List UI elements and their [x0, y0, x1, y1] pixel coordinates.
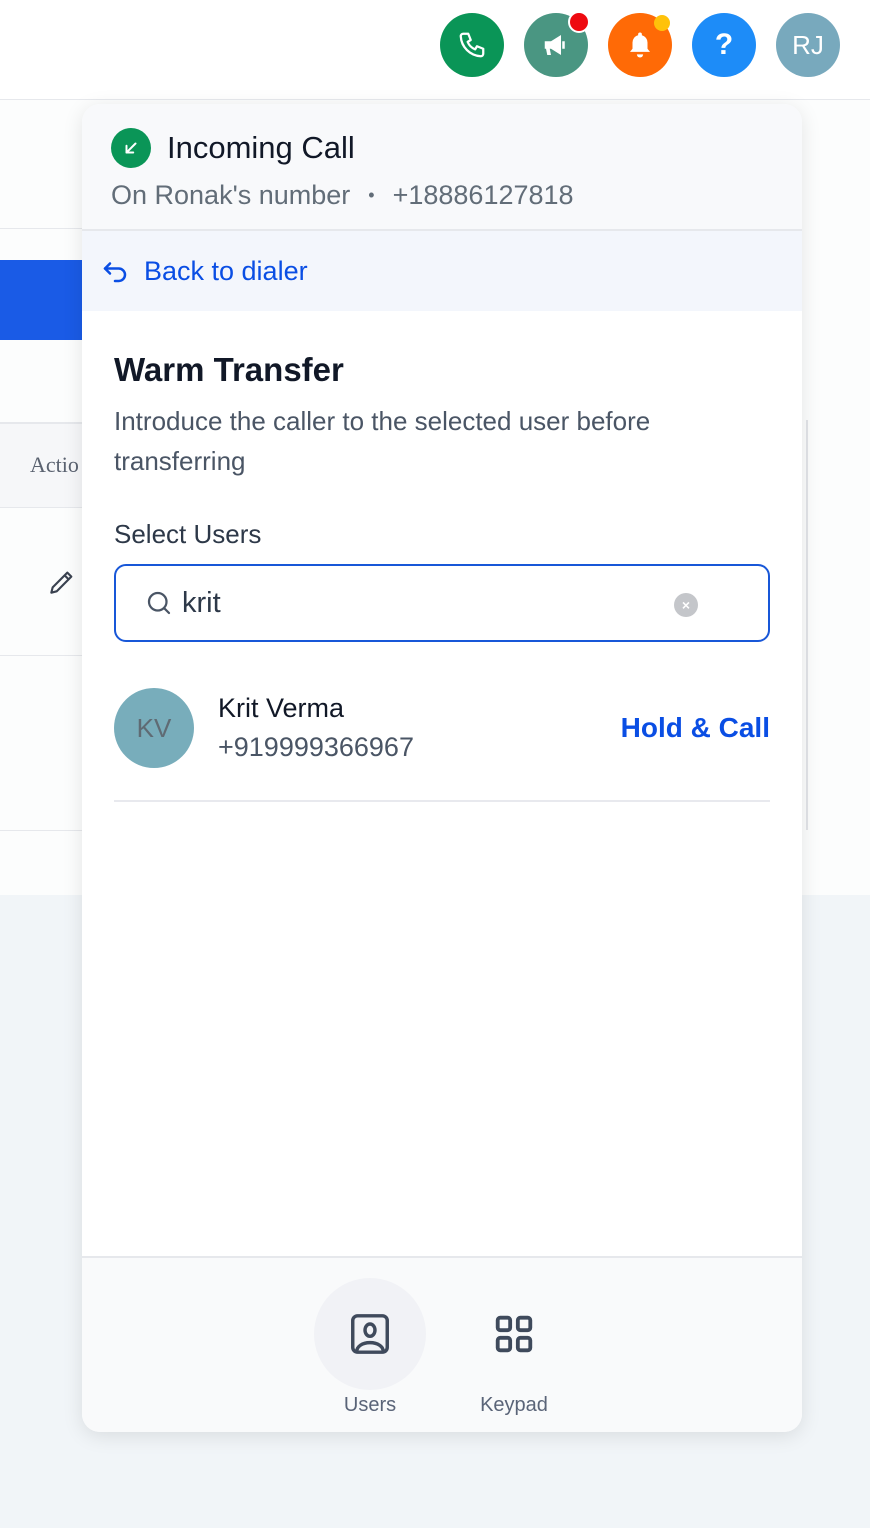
top-bar: ? RJ — [0, 0, 870, 100]
announcements-button[interactable] — [524, 11, 590, 77]
user-search-input[interactable] — [182, 586, 652, 620]
user-name: Krit Verma — [218, 693, 345, 723]
number-owner: On Ronak's number — [111, 180, 351, 210]
phone-icon — [459, 32, 485, 58]
incoming-arrow-icon — [111, 128, 151, 168]
tab-keypad-label: Keypad — [480, 1394, 548, 1416]
notification-badge — [654, 15, 670, 31]
pencil-icon[interactable] — [46, 566, 78, 603]
close-icon: × — [681, 597, 691, 613]
dialer-panel: Incoming Call On Ronak's number • +18886… — [82, 104, 802, 1432]
avatar-initials: RJ — [792, 29, 824, 60]
user-avatar: KV — [114, 688, 194, 768]
tab-keypad[interactable]: Keypad — [458, 1278, 570, 1417]
user-result-row: KV Krit Verma +919999366967 Hold & Call — [114, 688, 770, 768]
notification-badge — [568, 11, 590, 33]
user-phone: +919999366967 — [218, 732, 414, 762]
background-card-edge — [802, 420, 808, 830]
profile-avatar[interactable]: RJ — [776, 13, 840, 77]
back-to-dialer-link[interactable]: Back to dialer — [82, 231, 802, 311]
bell-icon — [630, 32, 650, 58]
keypad-grid-icon — [495, 1315, 533, 1353]
notifications-button[interactable] — [608, 13, 672, 77]
divider — [0, 655, 82, 656]
divider — [0, 228, 82, 229]
tab-users-label: Users — [343, 1394, 397, 1416]
question-icon: ? — [714, 28, 734, 61]
contact-card-icon — [351, 1314, 389, 1354]
hold-and-call-button[interactable]: Hold & Call — [621, 712, 770, 744]
user-search-field[interactable]: × — [114, 564, 770, 642]
section-description: Introduce the caller to the selected use… — [114, 406, 651, 476]
call-title: Incoming Call — [167, 130, 355, 165]
tab-users[interactable]: Users — [314, 1278, 426, 1417]
dialer-footer-tabs: Users Keypad — [82, 1256, 802, 1432]
separator-dot: • — [368, 185, 375, 205]
phone-button[interactable] — [440, 13, 504, 77]
back-to-dialer-label: Back to dialer — [144, 255, 308, 286]
section-title: Warm Transfer — [114, 351, 344, 388]
back-arrow-icon — [103, 262, 127, 283]
search-icon — [147, 591, 171, 615]
divider — [114, 800, 770, 802]
divider — [0, 830, 82, 831]
megaphone-icon — [544, 35, 565, 55]
select-users-label: Select Users — [114, 519, 262, 549]
call-header: Incoming Call On Ronak's number • +18886… — [82, 104, 802, 231]
background-primary-button[interactable] — [0, 260, 82, 340]
caller-number: +18886127818 — [392, 180, 574, 210]
table-header-actions: Actio — [30, 452, 79, 477]
clear-search-button[interactable]: × — [674, 593, 698, 617]
help-button[interactable]: ? — [692, 13, 756, 77]
